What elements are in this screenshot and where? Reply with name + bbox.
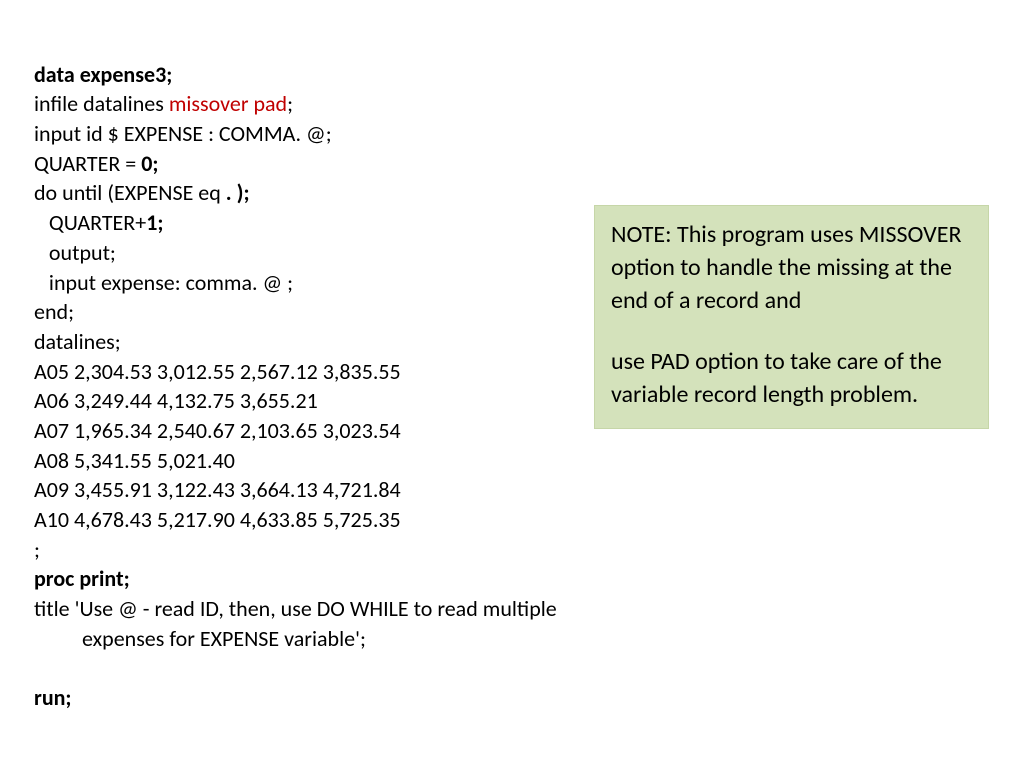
- text: QUARTER+: [34, 209, 146, 236]
- code-line: QUARTER = 0;: [34, 150, 158, 177]
- code-line: QUARTER+1;: [34, 209, 163, 236]
- text: do until (EXPENSE eq: [34, 179, 226, 206]
- code-line: proc print;: [34, 565, 130, 592]
- code-line: A08 5,341.55 5,021.40: [34, 447, 235, 474]
- code-line: A05 2,304.53 3,012.55 2,567.12 3,835.55: [34, 358, 401, 385]
- text: infile datalines: [34, 90, 169, 117]
- code-line: input id $ EXPENSE : COMMA. @;: [34, 120, 332, 147]
- note-paragraph: NOTE: This program uses MISSOVER option …: [611, 218, 972, 317]
- code-line: output;: [34, 239, 116, 266]
- code-line: A10 4,678.43 5,217.90 4,633.85 5,725.35: [34, 506, 401, 533]
- code-line: datalines;: [34, 328, 121, 355]
- code-line: do until (EXPENSE eq . );: [34, 179, 250, 206]
- text: . );: [226, 179, 250, 206]
- slide-page: data expense3; infile datalines missover…: [0, 0, 1024, 768]
- code-line: data expense3;: [34, 61, 172, 88]
- text: QUARTER =: [34, 150, 141, 177]
- code-line: input expense: comma. @ ;: [34, 269, 293, 296]
- code-line: A07 1,965.34 2,540.67 2,103.65 3,023.54: [34, 417, 401, 444]
- text: ;: [287, 90, 293, 117]
- note-callout: NOTE: This program uses MISSOVER option …: [594, 205, 989, 429]
- code-line: A06 3,249.44 4,132.75 3,655.21: [34, 387, 318, 414]
- code-line: ;: [34, 536, 40, 563]
- code-line: A09 3,455.91 3,122.43 3,664.13 4,721.84: [34, 476, 401, 503]
- code-line: infile datalines missover pad;: [34, 90, 293, 117]
- code-line: run;: [34, 684, 72, 711]
- text: 1;: [146, 209, 163, 236]
- code-line: end;: [34, 298, 74, 325]
- spacer: [611, 317, 972, 345]
- sas-code-block: data expense3; infile datalines missover…: [34, 30, 574, 713]
- text: 0;: [141, 150, 158, 177]
- keyword-missover-pad: missover pad: [169, 90, 287, 117]
- note-paragraph: use PAD option to take care of the varia…: [611, 345, 972, 411]
- code-line: title 'Use @ - read ID, then, use DO WHI…: [34, 594, 612, 653]
